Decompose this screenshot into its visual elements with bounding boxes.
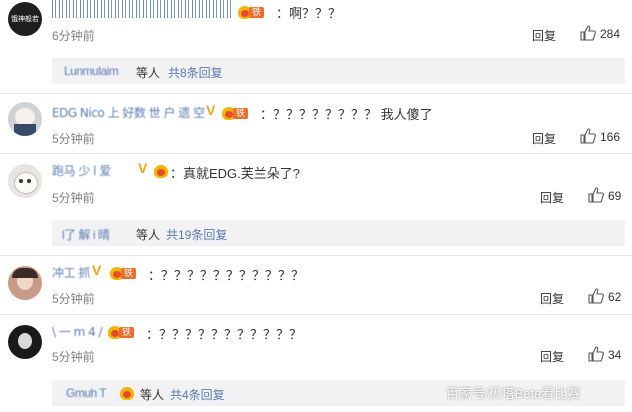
avatar-image — [12, 268, 38, 278]
avatar[interactable] — [8, 102, 42, 136]
avatar[interactable] — [8, 325, 42, 359]
avatar-image — [14, 172, 38, 194]
like-count: 62 — [608, 290, 622, 304]
reply-button[interactable]: 回复 — [540, 290, 564, 307]
like-count: 284 — [600, 27, 621, 41]
reply-summary[interactable]: Lunmulaim 等人 共8条回复 — [52, 58, 625, 84]
comment-text: ：？？？？？？？？？？？ — [146, 327, 303, 342]
comment-time: 5分钟前 — [52, 132, 95, 146]
like-count: 69 — [608, 189, 622, 203]
reply-summary-count[interactable]: 共19条回复 — [166, 226, 227, 243]
avatar-image — [27, 179, 31, 183]
reply-button[interactable]: 回复 — [532, 27, 556, 44]
watermark: 百家号/贝塔Beta看比赛 — [446, 386, 581, 401]
divider — [0, 93, 632, 94]
thumbs-up-icon — [580, 25, 596, 41]
comment-text: ：真就EDG.芙兰朵了? — [170, 166, 301, 181]
reply-summary-name: l了 解 i 晴 — [62, 228, 110, 242]
comment-time: 6分钟前 — [52, 29, 95, 43]
reply-summary-count[interactable]: 共4条回复 — [170, 386, 225, 403]
thumbs-up-icon — [588, 346, 604, 362]
fan-badge-icon — [154, 165, 168, 178]
reply-summary-count[interactable]: 共8条回复 — [168, 64, 223, 81]
reply-summary-suffix: 等人 — [136, 66, 161, 80]
divider — [0, 153, 632, 154]
reply-button[interactable]: 回复 — [540, 189, 564, 206]
comment-time: 5分钟前 — [52, 350, 95, 364]
username[interactable]: 冲工 抓 — [52, 264, 90, 281]
avatar-image — [18, 333, 32, 349]
reply-summary-suffix: 等人 — [136, 228, 161, 242]
reply-button[interactable]: 回复 — [532, 130, 556, 147]
username[interactable]: EDG Nico 上 好数 世 户 遗 空 — [52, 104, 205, 121]
vip-icon: V — [138, 160, 148, 176]
thumbs-up-icon — [588, 288, 604, 304]
like-count: 166 — [600, 130, 621, 144]
reply-summary-suffix: 等人 — [140, 388, 165, 402]
avatar-label: 饿神般若 — [11, 16, 39, 23]
vip-icon: V — [206, 102, 216, 118]
avatar[interactable]: 饿神般若 — [8, 2, 42, 36]
username-redacted[interactable] — [52, 0, 232, 18]
username[interactable]: \ 一 m 4 / — [52, 323, 103, 340]
reply-summary-name: Gmuh T — [66, 386, 107, 400]
reply-summary[interactable]: l了 解 i 晴 等人 共19条回复 — [52, 220, 625, 246]
avatar[interactable] — [8, 266, 42, 300]
avatar[interactable] — [8, 164, 42, 198]
thumbs-up-icon — [588, 187, 604, 203]
avatar-image — [14, 124, 36, 136]
comment-time: 5分钟前 — [52, 292, 95, 306]
divider — [0, 255, 632, 256]
comment-text: ：啊？？？ — [276, 6, 342, 21]
reply-summary-name: Lunmulaim — [64, 64, 119, 78]
thumbs-up-icon — [580, 128, 596, 144]
like-count: 34 — [608, 348, 622, 362]
comment-time: 5分钟前 — [52, 191, 95, 205]
comment-feed: 饿神般若 铁粉 ：啊？？？ 6分钟前 回复 284 Lunmulaim 等人 共… — [0, 0, 632, 412]
comment-text: ：？？？？？？？？ 我人傻了 — [260, 107, 433, 122]
vip-icon: V — [92, 262, 102, 278]
avatar-image — [19, 179, 23, 183]
comment-text: ：？？？？？？？？？？？ — [148, 268, 305, 283]
reply-button[interactable]: 回复 — [540, 348, 564, 365]
username[interactable]: 跑马 少 l 爱 — [52, 162, 111, 179]
divider — [0, 314, 632, 315]
